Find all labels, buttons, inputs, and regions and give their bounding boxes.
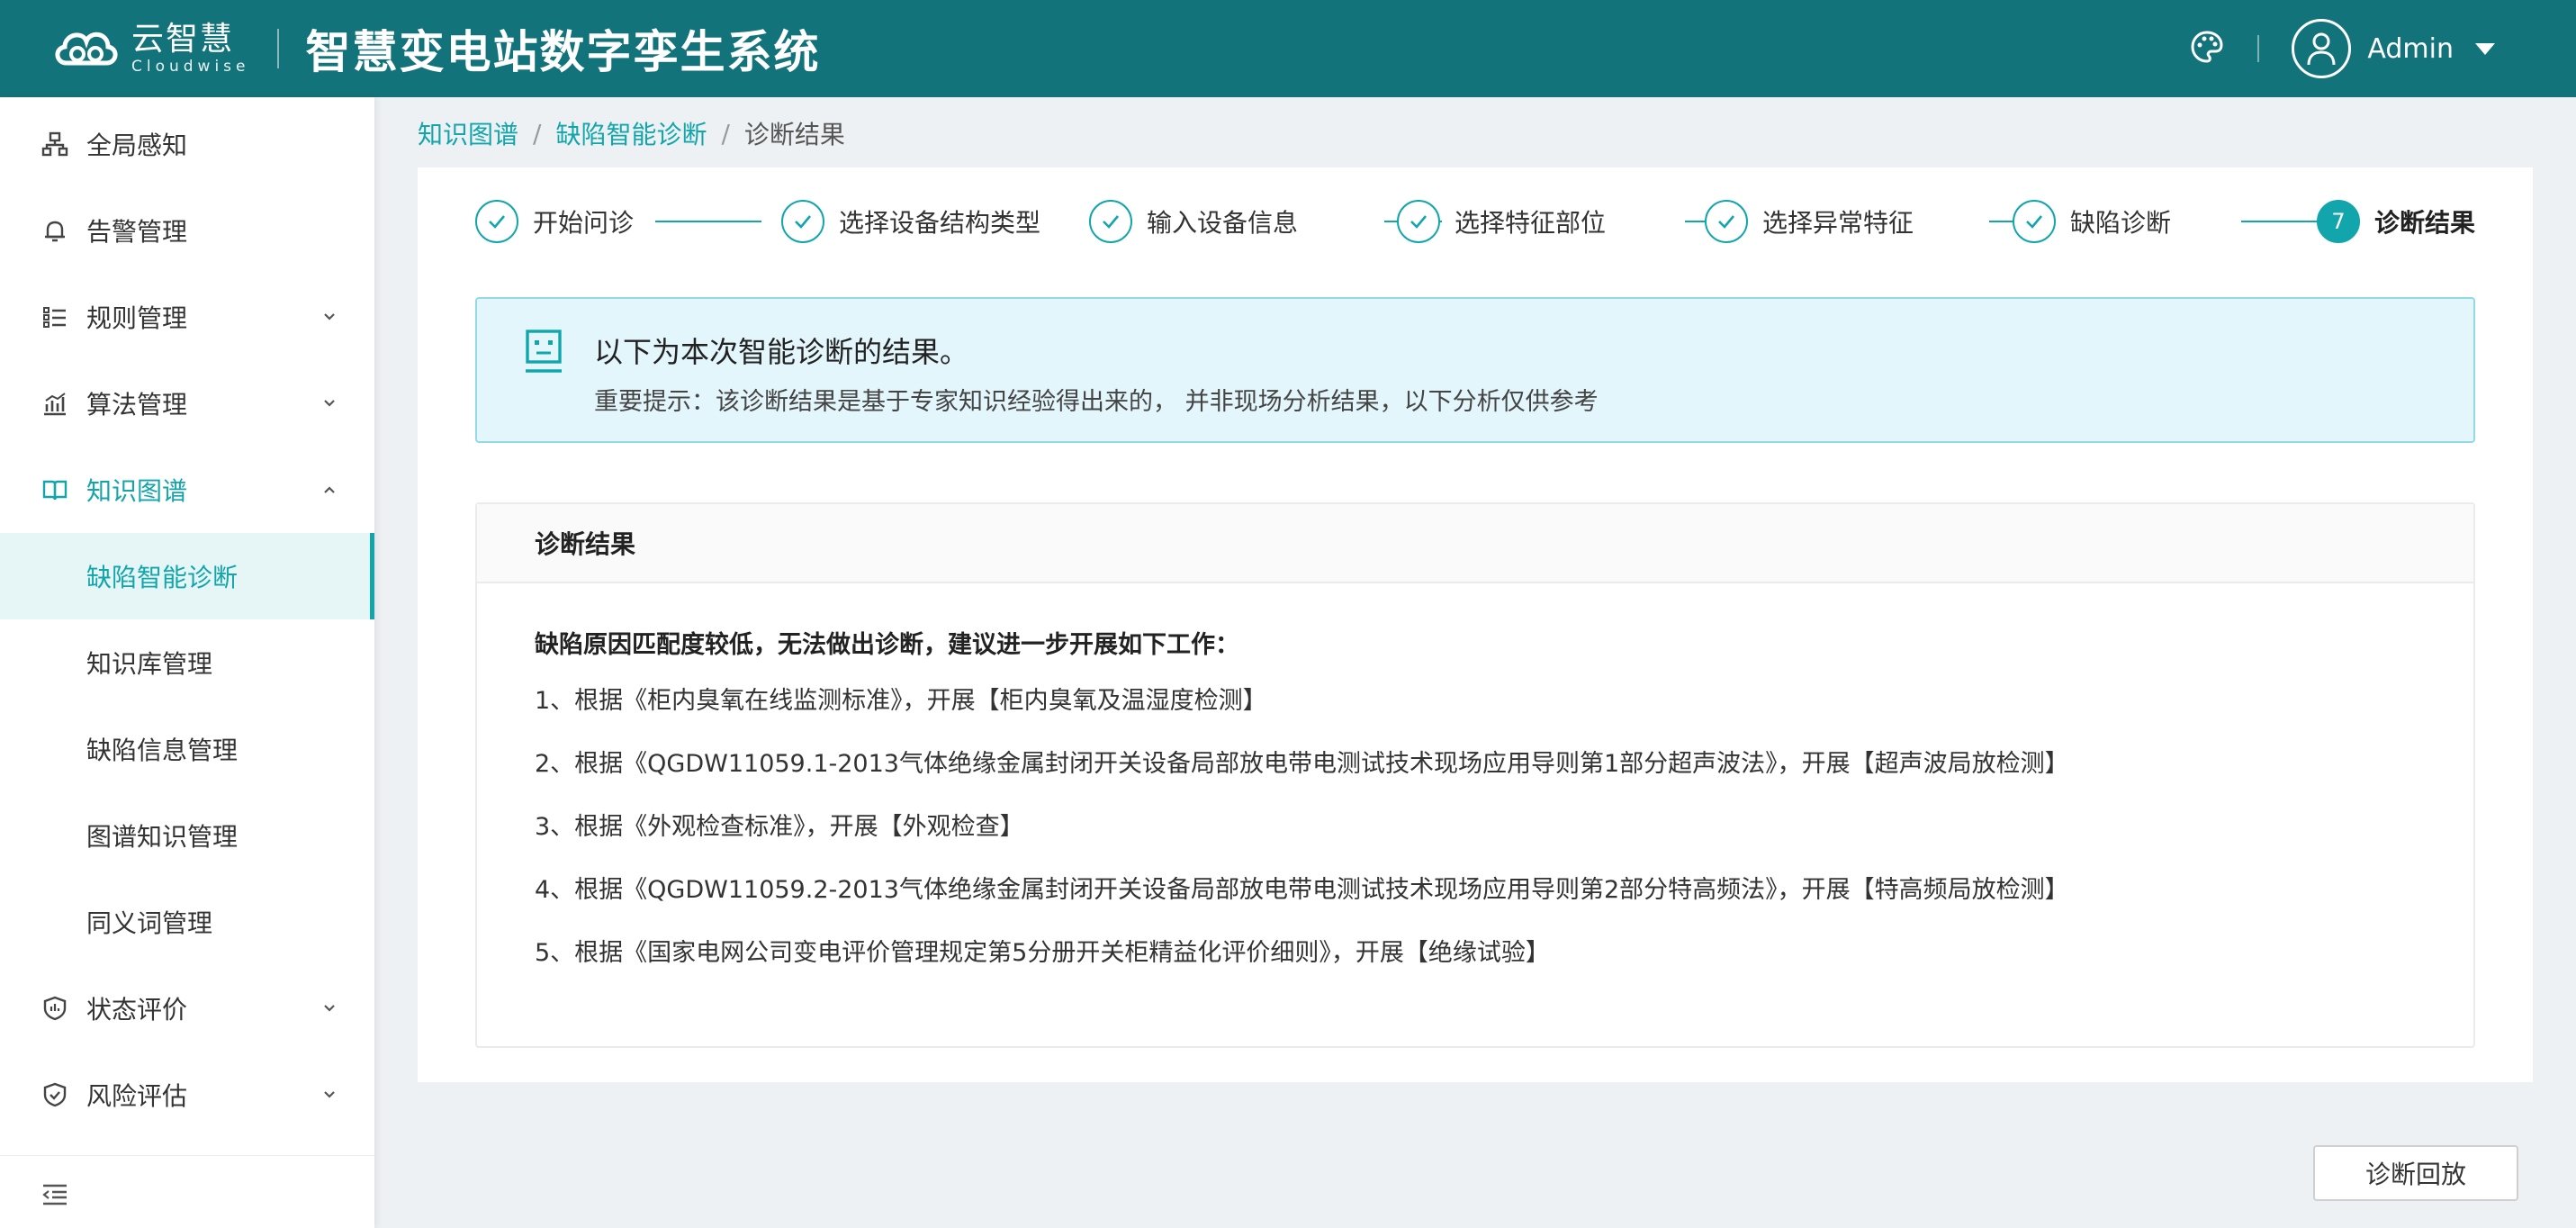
result-panel: 诊断结果 缺陷原因匹配度较低，无法做出诊断，建议进一步开展如下工作： 1、根据《… xyxy=(475,502,2475,1048)
sidebar-item-label: 同义词管理 xyxy=(86,908,213,938)
shield-check-icon xyxy=(40,1079,70,1110)
logo-text: 云智慧 Cloudwise xyxy=(131,23,250,75)
sidebar-item-label: 知识库管理 xyxy=(86,649,213,679)
sidebar-item-defect-info[interactable]: 缺陷信息管理 xyxy=(0,706,374,792)
notice-title: 以下为本次智能诊断的结果。 xyxy=(594,335,969,369)
sidebar-item-label: 告警管理 xyxy=(86,217,188,247)
network-icon xyxy=(40,129,70,159)
chevron-down-icon xyxy=(320,308,338,326)
logo-en: Cloudwise xyxy=(131,57,250,76)
list-icon xyxy=(40,302,70,332)
step-connector xyxy=(655,221,761,222)
step-number: 7 xyxy=(2317,200,2360,243)
sidebar-item-label: 算法管理 xyxy=(86,390,188,420)
shield-icon xyxy=(40,993,70,1024)
steps-bar: 开始问诊 选择设备结构类型 输入设备信息 选择特征部位 选择异常特征 缺陷诊断 … xyxy=(475,194,2475,248)
sidebar: 全局感知 告警管理 规则管理 算法管理 知识图谱 缺陷智能诊断 知识库管理 缺陷… xyxy=(0,97,374,1228)
header-right: Admin xyxy=(2189,0,2495,97)
step-select-anomaly: 选择异常特征 xyxy=(1705,194,1914,248)
sidebar-item-status-evaluation[interactable]: 状态评价 xyxy=(0,965,374,1052)
check-icon xyxy=(1089,200,1132,243)
sidebar-item-synonyms[interactable]: 同义词管理 xyxy=(0,879,374,965)
step-select-part: 选择特征部位 xyxy=(1397,194,1606,248)
step-label: 选择特征部位 xyxy=(1455,208,1607,238)
step-defect-diagnosis: 缺陷诊断 xyxy=(2013,194,2171,248)
result-line: 3、根据《外观检查标准》，开展【外观检查】 xyxy=(535,813,1024,841)
result-line: 4、根据《QGDW11059.2-2013气体绝缘金属封闭开关设备局部放电带电测… xyxy=(535,876,2069,904)
sidebar-item-risk-assessment[interactable]: 风险评估 xyxy=(0,1052,374,1138)
sidebar-item-rule-management[interactable]: 规则管理 xyxy=(0,274,374,360)
step-label: 诊断结果 xyxy=(2374,208,2476,238)
book-icon xyxy=(40,474,70,505)
collapse-menu-icon[interactable] xyxy=(40,1181,70,1208)
result-line: 2、根据《QGDW11059.1-2013气体绝缘金属封闭开关设备局部放电带电测… xyxy=(535,750,2069,778)
avatar[interactable] xyxy=(2292,19,2352,78)
step-input-device: 输入设备信息 xyxy=(1089,194,1298,248)
result-line: 5、根据《国家电网公司变电评价管理规定第5分册开关柜精益化评价细则》，开展【绝缘… xyxy=(535,939,1550,967)
chevron-down-icon xyxy=(320,999,338,1017)
sidebar-item-graph-knowledge[interactable]: 图谱知识管理 xyxy=(0,792,374,879)
check-icon xyxy=(475,200,518,243)
chart-icon xyxy=(40,388,70,419)
sidebar-item-global-perception[interactable]: 全局感知 xyxy=(0,101,374,187)
sidebar-item-label: 缺陷信息管理 xyxy=(86,736,239,765)
diagnosis-replay-button[interactable]: 诊断回放 xyxy=(2313,1145,2518,1201)
step-diagnosis-result: 7 诊断结果 xyxy=(2317,194,2475,248)
main-card: 开始问诊 选择设备结构类型 输入设备信息 选择特征部位 选择异常特征 缺陷诊断 … xyxy=(418,167,2533,1082)
result-title: 诊断结果 xyxy=(535,529,636,559)
check-icon xyxy=(781,200,824,243)
caret-down-icon[interactable] xyxy=(2475,42,2495,55)
breadcrumb-separator: / xyxy=(533,118,542,149)
sidebar-item-label: 规则管理 xyxy=(86,303,188,333)
check-icon xyxy=(1705,200,1748,243)
breadcrumb-defect-diagnosis[interactable]: 缺陷智能诊断 xyxy=(555,115,707,151)
logo-divider xyxy=(276,29,279,68)
step-start-consultation: 开始问诊 xyxy=(475,194,634,248)
sidebar-item-label: 知识图谱 xyxy=(86,476,188,506)
result-line: 1、根据《柜内臭氧在线监测标准》，开展【柜内臭氧及温湿度检测】 xyxy=(535,687,1267,715)
result-header: 诊断结果 xyxy=(477,504,2473,583)
sidebar-divider xyxy=(0,1155,374,1156)
check-icon xyxy=(1397,200,1440,243)
breadcrumb: 知识图谱 / 缺陷智能诊断 / 诊断结果 xyxy=(418,115,845,151)
step-label: 选择异常特征 xyxy=(1762,208,1914,238)
step-label: 选择设备结构类型 xyxy=(839,208,1041,238)
app-title: 智慧变电站数字孪生系统 xyxy=(305,26,821,78)
sidebar-item-alarm-management[interactable]: 告警管理 xyxy=(0,187,374,274)
robot-icon xyxy=(522,326,565,376)
header-separator xyxy=(2257,35,2260,62)
sidebar-item-label: 全局感知 xyxy=(86,131,188,160)
breadcrumb-current: 诊断结果 xyxy=(743,120,845,149)
chevron-down-icon xyxy=(320,1086,338,1104)
logo-cn: 云智慧 xyxy=(131,20,235,58)
result-body: 缺陷原因匹配度较低，无法做出诊断，建议进一步开展如下工作： 1、根据《柜内臭氧在… xyxy=(535,621,2437,985)
sidebar-item-knowledge-base[interactable]: 知识库管理 xyxy=(0,619,374,706)
breadcrumb-separator: / xyxy=(721,118,730,149)
palette-icon[interactable] xyxy=(2189,29,2225,68)
sidebar-item-knowledge-graph[interactable]: 知识图谱 xyxy=(0,447,374,533)
user-name[interactable]: Admin xyxy=(2367,33,2454,65)
cloud-logo-icon xyxy=(55,32,118,66)
breadcrumb-knowledge-graph[interactable]: 知识图谱 xyxy=(418,115,518,151)
chevron-down-icon xyxy=(320,394,338,412)
top-header: 云智慧 Cloudwise 智慧变电站数字孪生系统 Admin xyxy=(0,0,2576,97)
chevron-up-icon xyxy=(320,481,338,499)
sidebar-item-label: 状态评价 xyxy=(86,995,188,1025)
sidebar-item-algorithm-management[interactable]: 算法管理 xyxy=(0,360,374,447)
logo[interactable]: 云智慧 Cloudwise xyxy=(50,22,250,76)
notice-text: 重要提示：该诊断结果是基于专家知识经验得出来的， 并非现场分析结果，以下分析仅供… xyxy=(594,388,1599,416)
step-label: 缺陷诊断 xyxy=(2070,208,2172,238)
diagnosis-notice: 以下为本次智能诊断的结果。 重要提示：该诊断结果是基于专家知识经验得出来的， 并… xyxy=(475,297,2475,443)
sidebar-item-label: 风险评估 xyxy=(86,1081,188,1111)
step-label: 开始问诊 xyxy=(533,208,635,238)
sidebar-item-label: 图谱知识管理 xyxy=(86,822,239,852)
check-icon xyxy=(2013,200,2056,243)
result-summary: 缺陷原因匹配度较低，无法做出诊断，建议进一步开展如下工作： xyxy=(535,631,1239,659)
user-icon xyxy=(2307,32,2336,66)
sidebar-item-defect-diagnosis[interactable]: 缺陷智能诊断 xyxy=(0,533,374,619)
bell-icon xyxy=(40,215,70,246)
sidebar-item-label: 缺陷智能诊断 xyxy=(86,563,239,592)
step-select-structure: 选择设备结构类型 xyxy=(781,194,1040,248)
step-label: 输入设备信息 xyxy=(1147,208,1299,238)
